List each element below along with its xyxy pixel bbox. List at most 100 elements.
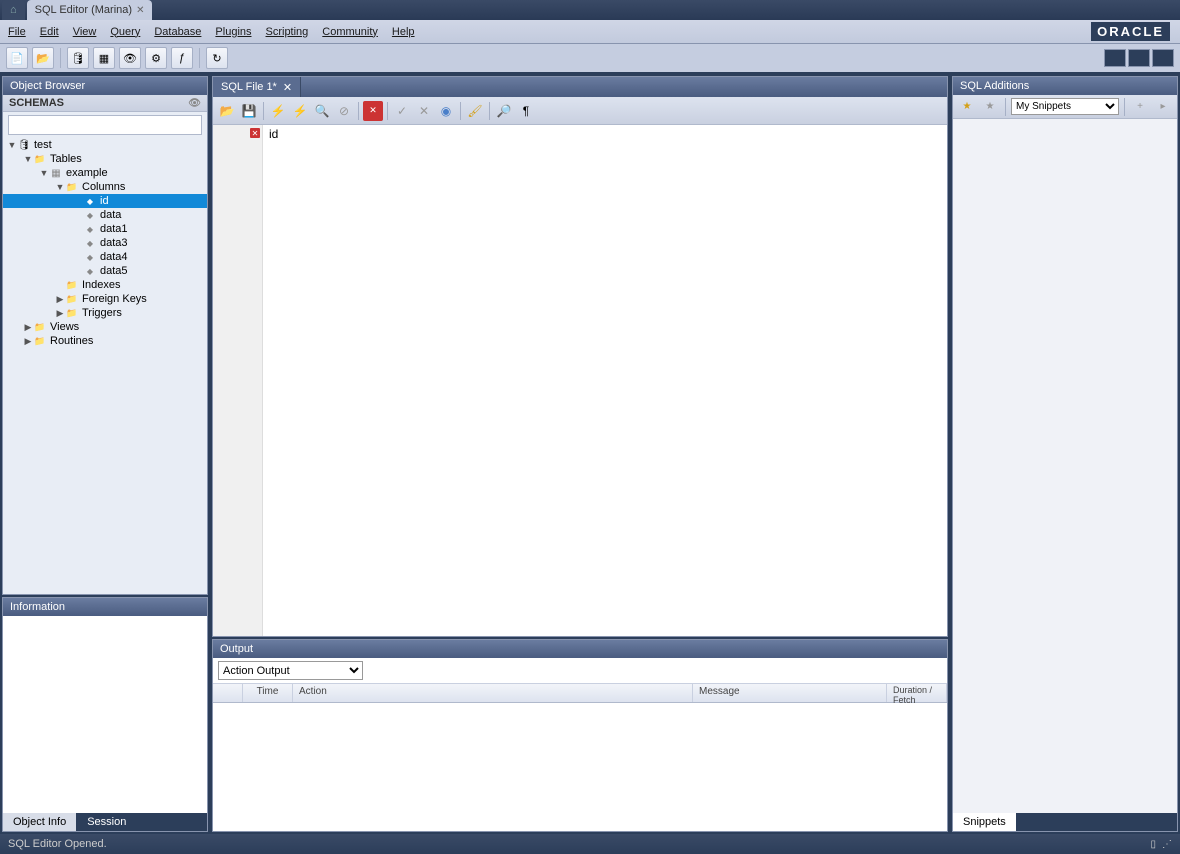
expand-toggle[interactable]: ▼ (7, 140, 17, 150)
tree-columns[interactable]: ▼ Columns (3, 180, 207, 194)
tree-column-data4[interactable]: data4 (3, 250, 207, 264)
layout-buttons (1104, 49, 1174, 67)
stop-button[interactable]: ⊘ (334, 101, 354, 121)
find-button[interactable]: 🔎 (494, 101, 514, 121)
menu-file[interactable]: File (8, 26, 26, 38)
expand-toggle[interactable]: ▼ (23, 154, 33, 164)
menu-view[interactable]: View (73, 26, 97, 38)
expand-toggle[interactable]: ▶ (55, 308, 65, 319)
collapse-button[interactable]: ▸ (1153, 97, 1173, 117)
snippets-select[interactable]: My Snippets (1011, 98, 1119, 115)
tree-foreign-keys[interactable]: ▶ Foreign Keys (3, 292, 207, 306)
add-schema-button[interactable]: 🛢 (67, 47, 89, 69)
folder-icon (65, 293, 79, 305)
tab-session[interactable]: Session (77, 813, 137, 831)
explain-button[interactable]: 🔍 (312, 101, 332, 121)
schema-search-input[interactable] (8, 115, 202, 135)
tree-views[interactable]: ▶ Views (3, 320, 207, 334)
open-file-button[interactable]: 📂 (217, 101, 237, 121)
code-text: id (269, 127, 278, 141)
tree-column-data[interactable]: data (3, 208, 207, 222)
execute-button[interactable]: ⚡ (268, 101, 288, 121)
close-icon[interactable]: ✕ (283, 81, 292, 94)
header-message: Message (693, 684, 887, 702)
menu-scripting[interactable]: Scripting (266, 26, 309, 38)
expand-toggle[interactable]: ▶ (23, 336, 33, 347)
tree-tables[interactable]: ▼ Tables (3, 152, 207, 166)
new-table-button[interactable]: ▦ (93, 47, 115, 69)
output-controls: Action Output (213, 658, 947, 684)
sql-additions-panel: SQL Additions ★ ★ My Snippets + ▸ Snippe… (952, 76, 1178, 832)
center-column: SQL File 1* ✕ 📂 💾 ⚡ ⚡ 🔍 ⊘ ✕ ✓ ✕ ◉ 🖌 (212, 76, 948, 832)
tree-column-id[interactable]: id (3, 194, 207, 208)
tree-column-data1[interactable]: data1 (3, 222, 207, 236)
menu-community[interactable]: Community (322, 26, 378, 38)
toggle-button[interactable]: ◉ (436, 101, 456, 121)
expand-toggle[interactable]: ▶ (55, 294, 65, 305)
menu-database[interactable]: Database (154, 26, 201, 38)
new-view-button[interactable]: 👁 (119, 47, 141, 69)
save-button[interactable]: 💾 (239, 101, 259, 121)
information-title: Information (3, 598, 207, 616)
menu-help[interactable]: Help (392, 26, 415, 38)
header-duration: Duration / Fetch (887, 684, 947, 702)
home-tab[interactable]: ⌂ (2, 0, 25, 20)
column-label: data3 (100, 237, 128, 249)
tab-snippets[interactable]: Snippets (953, 813, 1016, 831)
tree-routines[interactable]: ▶ Routines (3, 334, 207, 348)
layout-right-button[interactable] (1152, 49, 1174, 67)
new-routine-button[interactable]: ⚙ (145, 47, 167, 69)
execute-current-button[interactable]: ⚡ (290, 101, 310, 121)
layout-left-button[interactable] (1104, 49, 1126, 67)
code-area[interactable]: id (263, 125, 947, 636)
add-snippet-button[interactable]: + (1130, 97, 1150, 117)
editor-tab[interactable]: SQL Editor (Marina) ✕ (27, 0, 153, 20)
tree-column-data3[interactable]: data3 (3, 236, 207, 250)
invisible-chars-button[interactable]: ¶ (516, 101, 536, 121)
rollback-button[interactable]: ✕ (414, 101, 434, 121)
tree-db[interactable]: ▼ test (3, 138, 207, 152)
additions-toolbar: ★ ★ My Snippets + ▸ (953, 95, 1177, 119)
indexes-label: Indexes (82, 279, 121, 291)
menu-plugins[interactable]: Plugins (215, 26, 251, 38)
tree-column-data5[interactable]: data5 (3, 264, 207, 278)
tree-table-example[interactable]: ▼ example (3, 166, 207, 180)
output-type-select[interactable]: Action Output (218, 661, 363, 680)
expand-toggle[interactable]: ▶ (23, 322, 33, 333)
tab-object-info[interactable]: Object Info (3, 813, 77, 831)
resize-grip-icon[interactable]: ⋰ (1162, 839, 1172, 850)
code-editor[interactable]: 1 ✕ id (213, 125, 947, 636)
database-icon (17, 139, 31, 151)
new-function-button[interactable]: ƒ (171, 47, 193, 69)
toggle-autocommit-button[interactable]: ✕ (363, 101, 383, 121)
expand-toggle[interactable] (55, 280, 65, 290)
layout-bottom-button[interactable] (1128, 49, 1150, 67)
reconnect-button[interactable]: ↻ (206, 47, 228, 69)
beautify-button[interactable]: 🖌 (465, 101, 485, 121)
output-table: Time Action Message Duration / Fetch (213, 684, 947, 831)
left-column: Object Browser SCHEMAS 👁 ▼ test ▼ Tables (2, 76, 208, 832)
separator (60, 48, 61, 68)
separator (460, 102, 461, 120)
open-sql-button[interactable]: 📂 (32, 47, 54, 69)
tree-triggers[interactable]: ▶ Triggers (3, 306, 207, 320)
jump-to-button[interactable]: ★ (957, 97, 977, 117)
file-tab[interactable]: SQL File 1* ✕ (213, 77, 301, 97)
column-icon (83, 223, 97, 235)
commit-button[interactable]: ✓ (392, 101, 412, 121)
db-label: test (34, 139, 52, 151)
menu-query[interactable]: Query (110, 26, 140, 38)
close-icon[interactable]: ✕ (136, 5, 144, 16)
schemas-label: SCHEMAS (9, 97, 64, 109)
expand-toggle[interactable]: ▼ (39, 168, 49, 178)
menu-edit[interactable]: Edit (40, 26, 59, 38)
expand-toggle[interactable]: ▼ (55, 182, 65, 192)
column-icon (83, 237, 97, 249)
insert-button[interactable]: ★ (980, 97, 1000, 117)
separator (263, 102, 264, 120)
new-sql-tab-button[interactable]: 📄 (6, 47, 28, 69)
brand-logo: ORACLE (1091, 22, 1170, 41)
line-gutter: 1 ✕ (213, 125, 263, 636)
refresh-icon[interactable]: 👁 (188, 98, 201, 109)
tree-indexes[interactable]: Indexes (3, 278, 207, 292)
